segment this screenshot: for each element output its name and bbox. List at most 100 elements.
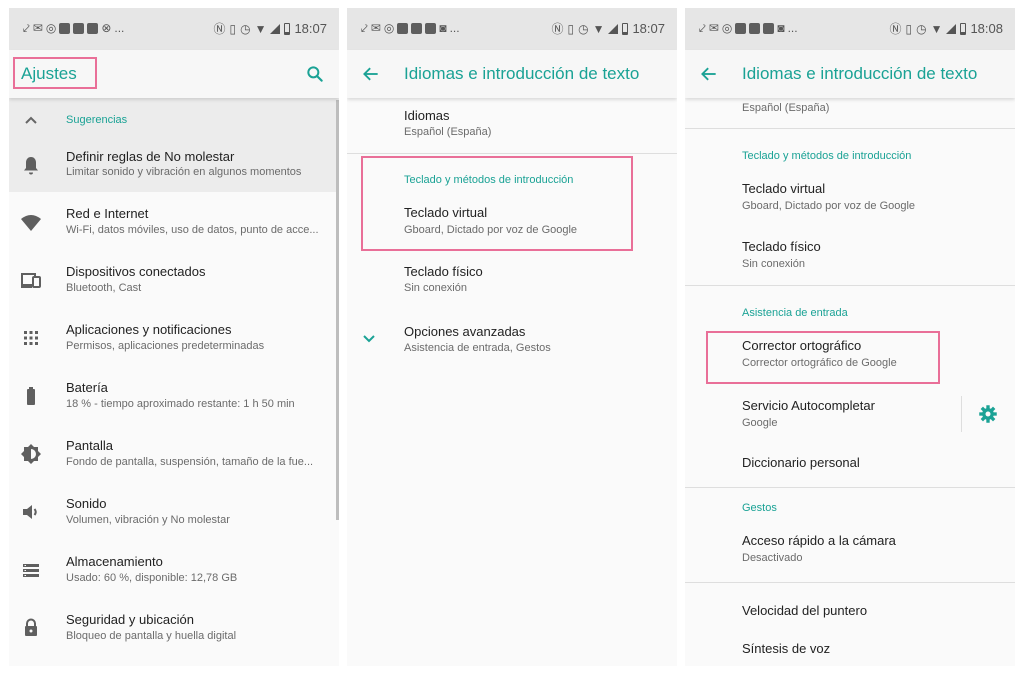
item-title: Red e Internet	[66, 206, 149, 221]
section-header-input-assist: Asistencia de entrada	[742, 307, 848, 319]
item-title: Almacenamiento	[66, 554, 163, 569]
message-icon: ✉	[370, 21, 381, 35]
facebook-icon	[73, 22, 85, 34]
scrollbar[interactable]	[336, 100, 339, 520]
wifi-icon	[21, 215, 41, 231]
status-bar: ⤦ ✉ ◎ ⊗ ... Ⓝ ▯ ◷ ▼ 18:07	[9, 8, 339, 50]
whatsapp-icon: ◎	[721, 21, 733, 35]
divider	[685, 582, 1015, 583]
item-title: Diccionario personal	[742, 455, 860, 470]
battery-status-icon	[284, 22, 291, 35]
vibrate-icon: ▯	[567, 21, 575, 36]
notification-icons: ⤦ ✉ ◎ ◙ ...	[699, 21, 798, 35]
vibrate-icon: ▯	[905, 21, 913, 36]
settings-item-display[interactable]: Pantalla Fondo de pantalla, suspensión, …	[9, 432, 339, 488]
physical-keyboard-item[interactable]: Teclado físico Sin conexión	[685, 232, 1015, 286]
message-icon: ✉	[708, 21, 719, 35]
facebook-icon	[411, 22, 423, 34]
item-title: Síntesis de voz	[742, 641, 831, 656]
divider	[685, 128, 1015, 129]
facebook-icon	[763, 22, 775, 34]
signal-icon	[608, 23, 619, 34]
settings-item-storage[interactable]: Almacenamiento Usado: 60 %, disponible: …	[9, 548, 339, 604]
wifi-status-icon: ▼	[254, 21, 267, 36]
battery-status-icon	[622, 22, 629, 35]
settings-item-dnd[interactable]: Definir reglas de No molestar Limitar so…	[9, 142, 339, 192]
item-subtitle: Fondo de pantalla, suspensión, tamaño de…	[66, 456, 314, 468]
system-icons: Ⓝ ▯ ◷ ▼ 18:08	[889, 20, 1003, 37]
settings-item-sound[interactable]: Sonido Volumen, vibración y No molestar	[9, 490, 339, 546]
chevron-down-icon[interactable]	[357, 326, 381, 350]
alarm-icon: ◷	[240, 21, 251, 36]
item-subtitle: Limitar sonido y vibración en algunos mo…	[66, 166, 302, 178]
item-title: Definir reglas de No molestar	[66, 149, 235, 164]
volume-icon	[23, 505, 37, 519]
camera-shortcut-item[interactable]: Acceso rápido a la cámara Desactivado	[685, 526, 1015, 578]
page-title: Ajustes	[21, 64, 77, 83]
message-icon: ✉	[32, 21, 43, 35]
chevron-up-icon[interactable]	[19, 109, 43, 133]
signal-icon	[946, 23, 957, 34]
item-title: Teclado físico	[742, 239, 821, 254]
text-to-speech-item[interactable]: Síntesis de voz	[685, 634, 1015, 666]
brightness-icon	[21, 444, 41, 464]
item-title: Batería	[66, 380, 108, 395]
gear-icon[interactable]	[978, 404, 998, 424]
page-title: Idiomas e introducción de texto	[742, 64, 978, 83]
settings-item-devices[interactable]: Dispositivos conectados Bluetooth, Cast	[9, 258, 339, 314]
item-subtitle: Google	[742, 417, 778, 429]
item-title: Dispositivos conectados	[66, 264, 206, 279]
signal-icon	[270, 23, 281, 34]
devices-icon	[21, 273, 41, 288]
battery-status-icon	[960, 22, 967, 35]
section-header-gestures: Gestos	[742, 502, 777, 514]
suggestions-header[interactable]: Sugerencias	[9, 98, 339, 142]
item-subtitle: 18 % - tiempo aproximado restante: 1 h 5…	[66, 398, 295, 410]
more-notifications: ...	[114, 21, 125, 35]
pointer-speed-item[interactable]: Velocidad del puntero	[685, 596, 1015, 628]
facebook-icon	[397, 22, 409, 34]
back-arrow-icon[interactable]	[699, 64, 719, 84]
virtual-keyboard-item[interactable]: Teclado virtual Gboard, Dictado por voz …	[685, 174, 1015, 228]
facebook-icon	[425, 22, 437, 34]
item-subtitle: Español (España)	[404, 126, 492, 138]
facebook-icon	[735, 22, 747, 34]
item-subtitle: Permisos, aplicaciones predeterminadas	[66, 340, 265, 352]
personal-dictionary-item[interactable]: Diccionario personal	[685, 446, 1015, 482]
settings-item-battery[interactable]: Batería 18 % - tiempo aproximado restant…	[9, 374, 339, 430]
item-title: Acceso rápido a la cámara	[742, 533, 896, 548]
alarm-icon: ◷	[578, 21, 589, 36]
nfc-icon: Ⓝ	[213, 22, 226, 36]
physical-keyboard-item[interactable]: Teclado físico Sin conexión	[347, 258, 677, 312]
toolbar: Idiomas e introducción de texto	[347, 50, 677, 98]
vibrate-icon: ▯	[229, 21, 237, 36]
languages-panel: ⤦ ✉ ◎ ◙ ... Ⓝ ▯ ◷ ▼ 18:07 Idiomas e intr…	[347, 8, 677, 666]
storage-icon	[23, 564, 39, 577]
settings-item-network[interactable]: Red e Internet Wi-Fi, datos móviles, uso…	[9, 200, 339, 256]
autofill-service-item[interactable]: Servicio Autocompletar Google	[685, 392, 1015, 442]
missed-call-icon: ⤦	[23, 21, 30, 35]
item-subtitle: Gboard, Dictado por voz de Google	[742, 200, 916, 212]
item-title: Servicio Autocompletar	[742, 398, 875, 413]
languages-item[interactable]: Idiomas Español (España)	[347, 100, 677, 154]
back-arrow-icon[interactable]	[361, 64, 381, 84]
item-title: Seguridad y ubicación	[66, 612, 194, 627]
item-title: Pantalla	[66, 438, 113, 453]
app-icon: ⊗	[101, 21, 112, 35]
more-notifications: ...	[787, 21, 798, 35]
status-bar: ⤦ ✉ ◎ ◙ ... Ⓝ ▯ ◷ ▼ 18:07	[347, 8, 677, 50]
advanced-options-item[interactable]: Opciones avanzadas Asistencia de entrada…	[347, 318, 677, 372]
item-subtitle: Wi-Fi, datos móviles, uso de datos, punt…	[66, 224, 319, 236]
divider	[347, 153, 677, 154]
item-title: Idiomas	[404, 108, 450, 123]
settings-item-security[interactable]: Seguridad y ubicación Bloqueo de pantall…	[9, 606, 339, 662]
settings-item-apps[interactable]: Aplicaciones y notificaciones Permisos, …	[9, 316, 339, 372]
whatsapp-icon: ◎	[45, 21, 57, 35]
languages-panel-scrolled: ⤦ ✉ ◎ ◙ ... Ⓝ ▯ ◷ ▼ 18:08 Idiomas e intr…	[685, 8, 1015, 666]
alarm-icon: ◷	[916, 21, 927, 36]
notification-icons: ⤦ ✉ ◎ ⊗ ...	[23, 21, 124, 35]
facebook-icon	[87, 22, 99, 34]
search-icon[interactable]	[305, 64, 325, 84]
nfc-icon: Ⓝ	[551, 22, 564, 36]
item-title: Opciones avanzadas	[404, 324, 526, 339]
